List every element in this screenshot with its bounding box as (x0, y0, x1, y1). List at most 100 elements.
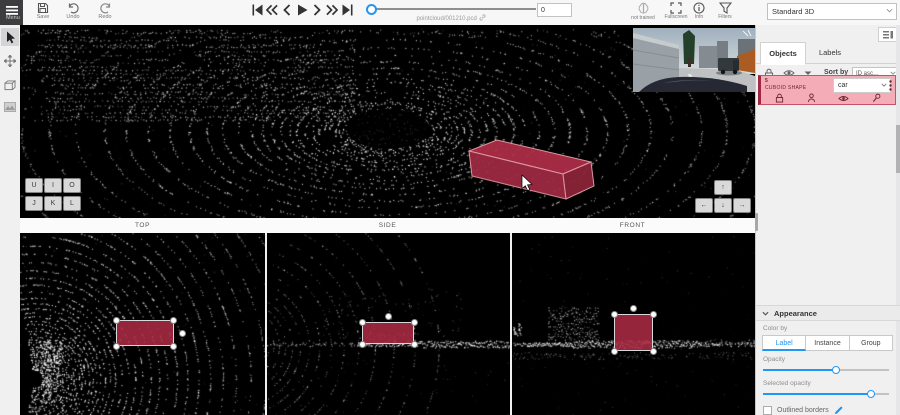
fast-backward-button[interactable] (266, 3, 278, 17)
camera-preview-image (633, 28, 755, 92)
redo-label: Redo (92, 14, 118, 20)
brain-icon (637, 2, 650, 15)
skip-start-button[interactable] (251, 3, 263, 17)
undo-button[interactable]: Undo (60, 0, 86, 25)
resize-handle[interactable] (170, 343, 177, 350)
object-shape-type: CUBOID SHAPE (765, 85, 806, 91)
panel-toggle-button[interactable] (878, 27, 898, 42)
model-status-button[interactable]: not trained (626, 0, 660, 25)
rotate-handle[interactable] (179, 330, 186, 337)
scrollbar-thumb[interactable] (896, 125, 900, 173)
move-tool-button[interactable] (1, 52, 19, 70)
cuboid-top-projection[interactable] (116, 320, 174, 346)
selected-opacity-slider[interactable] (763, 389, 889, 399)
outlined-borders-checkbox[interactable] (763, 406, 772, 415)
info-button[interactable]: Info (686, 0, 712, 25)
tab-objects[interactable]: Objects (760, 42, 806, 65)
arrow-right-icon: → (739, 202, 746, 209)
resize-handle[interactable] (359, 341, 366, 348)
frame-timeline: pointcloud/001210.pcd (366, 0, 536, 25)
key-hint-o[interactable]: O (63, 178, 81, 193)
arrow-left-button[interactable]: ← (695, 198, 713, 213)
selected-opacity-slider-knob[interactable] (867, 390, 875, 398)
arrow-up-icon: ↑ (721, 184, 725, 191)
frame-number-input[interactable] (537, 3, 572, 17)
cuboid-side-projection[interactable] (362, 322, 414, 344)
more-options-icon[interactable] (889, 80, 892, 91)
cuboid-front-projection[interactable] (614, 314, 653, 351)
edit-pencil-icon[interactable] (834, 406, 843, 415)
objects-panel: Objects Labels Sort by ID asc… 5 CUBOID … (755, 25, 900, 415)
filters-button[interactable]: Filters (710, 0, 740, 25)
key-hint-i[interactable]: I (44, 178, 62, 193)
timeline-track[interactable] (370, 8, 536, 10)
cuboid-tool-button[interactable] (1, 76, 19, 94)
previous-frame-button[interactable] (281, 3, 293, 17)
redo-icon (99, 2, 112, 14)
locate-pin-icon[interactable] (872, 93, 881, 103)
front-view[interactable] (512, 233, 755, 415)
rotate-handle[interactable] (385, 313, 392, 320)
select-tool-button[interactable] (1, 28, 19, 46)
fullscreen-icon (670, 2, 682, 14)
view-mode-value: Standard 3D (772, 7, 814, 16)
resize-handle[interactable] (411, 319, 418, 326)
arrow-up-button[interactable]: ↑ (714, 180, 732, 195)
panel-scrollbar[interactable] (896, 25, 900, 415)
selected-cuboid[interactable] (469, 140, 594, 199)
segmentation-tool-button[interactable] (1, 98, 19, 116)
rotate-handle[interactable] (630, 305, 637, 312)
view-mode-select[interactable]: Standard 3D (767, 3, 897, 20)
resize-handle[interactable] (650, 348, 657, 355)
key-hint-u[interactable]: U (25, 178, 43, 193)
panel-resize-handle[interactable] (755, 213, 758, 231)
camera-preview[interactable] (633, 28, 755, 92)
ortho-views (20, 233, 755, 415)
move-icon (4, 55, 16, 67)
undo-icon (67, 2, 80, 14)
redo-button[interactable]: Redo (92, 0, 118, 25)
main-3d-viewport[interactable]: U I O J K L ↑ ← ↓ → (20, 25, 755, 218)
resize-handle[interactable] (113, 317, 120, 324)
cursor-icon (5, 31, 16, 44)
menu-button[interactable]: Menu (0, 0, 23, 25)
view-label-bar: TOP SIDE FRONT (20, 218, 755, 233)
opacity-slider-knob[interactable] (832, 366, 840, 374)
key-hint-j[interactable]: J (25, 196, 43, 211)
color-by-instance-button[interactable]: Instance (806, 335, 849, 351)
lock-object-icon[interactable] (775, 93, 784, 103)
opacity-slider[interactable] (763, 365, 889, 375)
play-button[interactable] (296, 3, 308, 17)
fast-forward-button[interactable] (326, 3, 338, 17)
key-hint-l[interactable]: L (63, 196, 81, 211)
arrow-down-button[interactable]: ↓ (714, 198, 732, 213)
top-view[interactable] (20, 233, 265, 415)
resize-handle[interactable] (650, 311, 657, 318)
arrow-right-button[interactable]: → (733, 198, 751, 213)
color-by-label: Color by (763, 325, 787, 332)
color-by-group-button[interactable]: Group (850, 335, 893, 351)
outlined-borders-label: Outlined borders (777, 407, 829, 414)
resize-handle[interactable] (359, 319, 366, 326)
filter-funnel-icon (719, 2, 732, 14)
object-id: 5 (765, 78, 768, 84)
key-hint-k[interactable]: K (44, 196, 62, 211)
appearance-section-header[interactable]: Appearance (756, 305, 900, 321)
resize-handle[interactable] (170, 317, 177, 324)
object-category-select[interactable]: car (833, 78, 891, 93)
track-person-icon[interactable] (807, 93, 816, 103)
save-button[interactable]: Save (31, 0, 55, 25)
side-view-label: SIDE (265, 218, 510, 233)
resize-handle[interactable] (113, 343, 120, 350)
next-frame-button[interactable] (311, 3, 323, 17)
object-list-item[interactable]: 5 CUBOID SHAPE car (758, 75, 896, 105)
side-view[interactable] (267, 233, 510, 415)
resize-handle[interactable] (611, 348, 618, 355)
resize-handle[interactable] (411, 341, 418, 348)
visibility-object-icon[interactable] (838, 94, 849, 103)
frame-filename[interactable]: pointcloud/001210.pcd (366, 14, 536, 22)
color-by-label-button[interactable]: Label (762, 335, 806, 351)
tab-labels[interactable]: Labels (810, 42, 850, 62)
resize-handle[interactable] (611, 311, 618, 318)
skip-end-button[interactable] (341, 3, 353, 17)
